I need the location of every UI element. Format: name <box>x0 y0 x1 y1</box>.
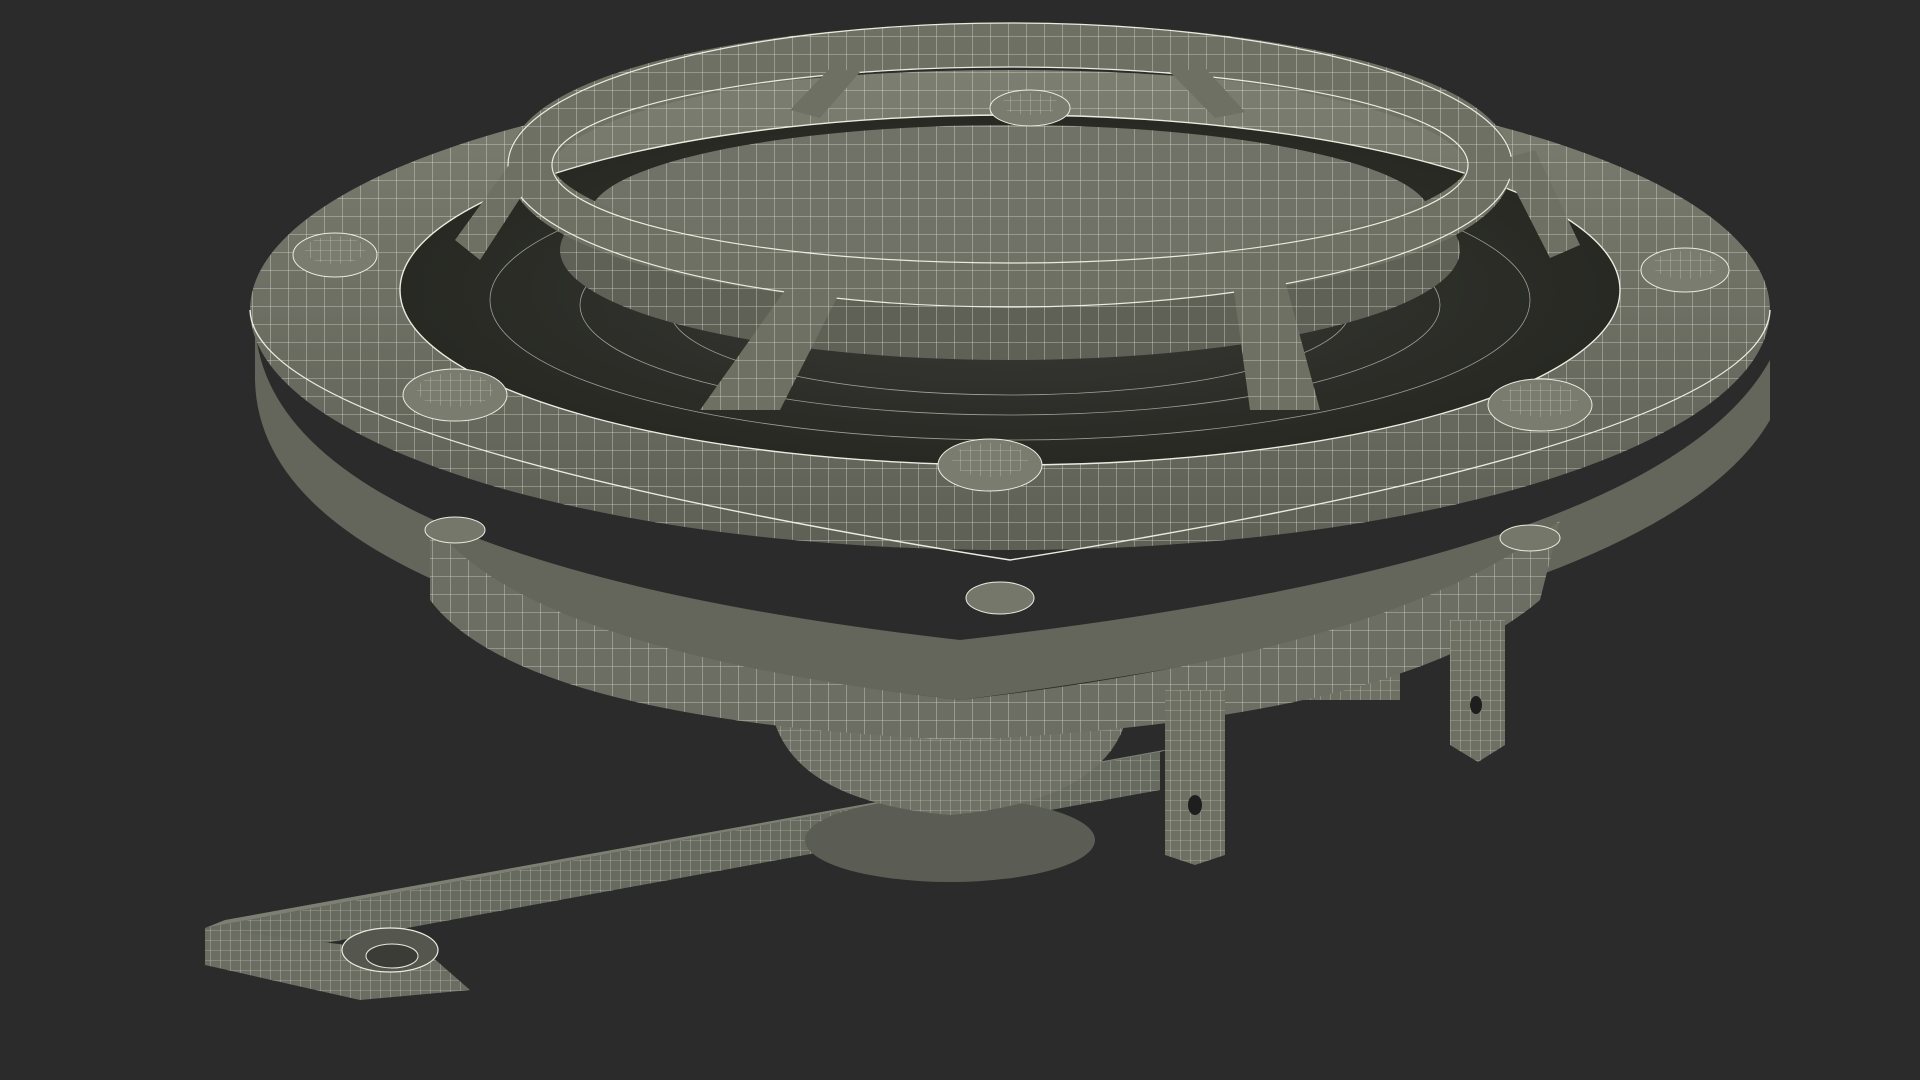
bolt <box>937 438 1043 492</box>
bolt <box>989 89 1071 127</box>
bolt <box>424 516 486 544</box>
terminal-tab <box>1450 620 1505 762</box>
bolt <box>292 232 378 278</box>
bolt <box>1499 524 1561 552</box>
wireframe-scene <box>205 22 1771 1000</box>
terminal-tab <box>1165 690 1225 865</box>
bolt <box>965 581 1035 615</box>
bolt <box>1487 378 1593 432</box>
bolt <box>1640 247 1730 293</box>
bolt <box>402 368 508 422</box>
render-viewport <box>0 0 1920 1080</box>
